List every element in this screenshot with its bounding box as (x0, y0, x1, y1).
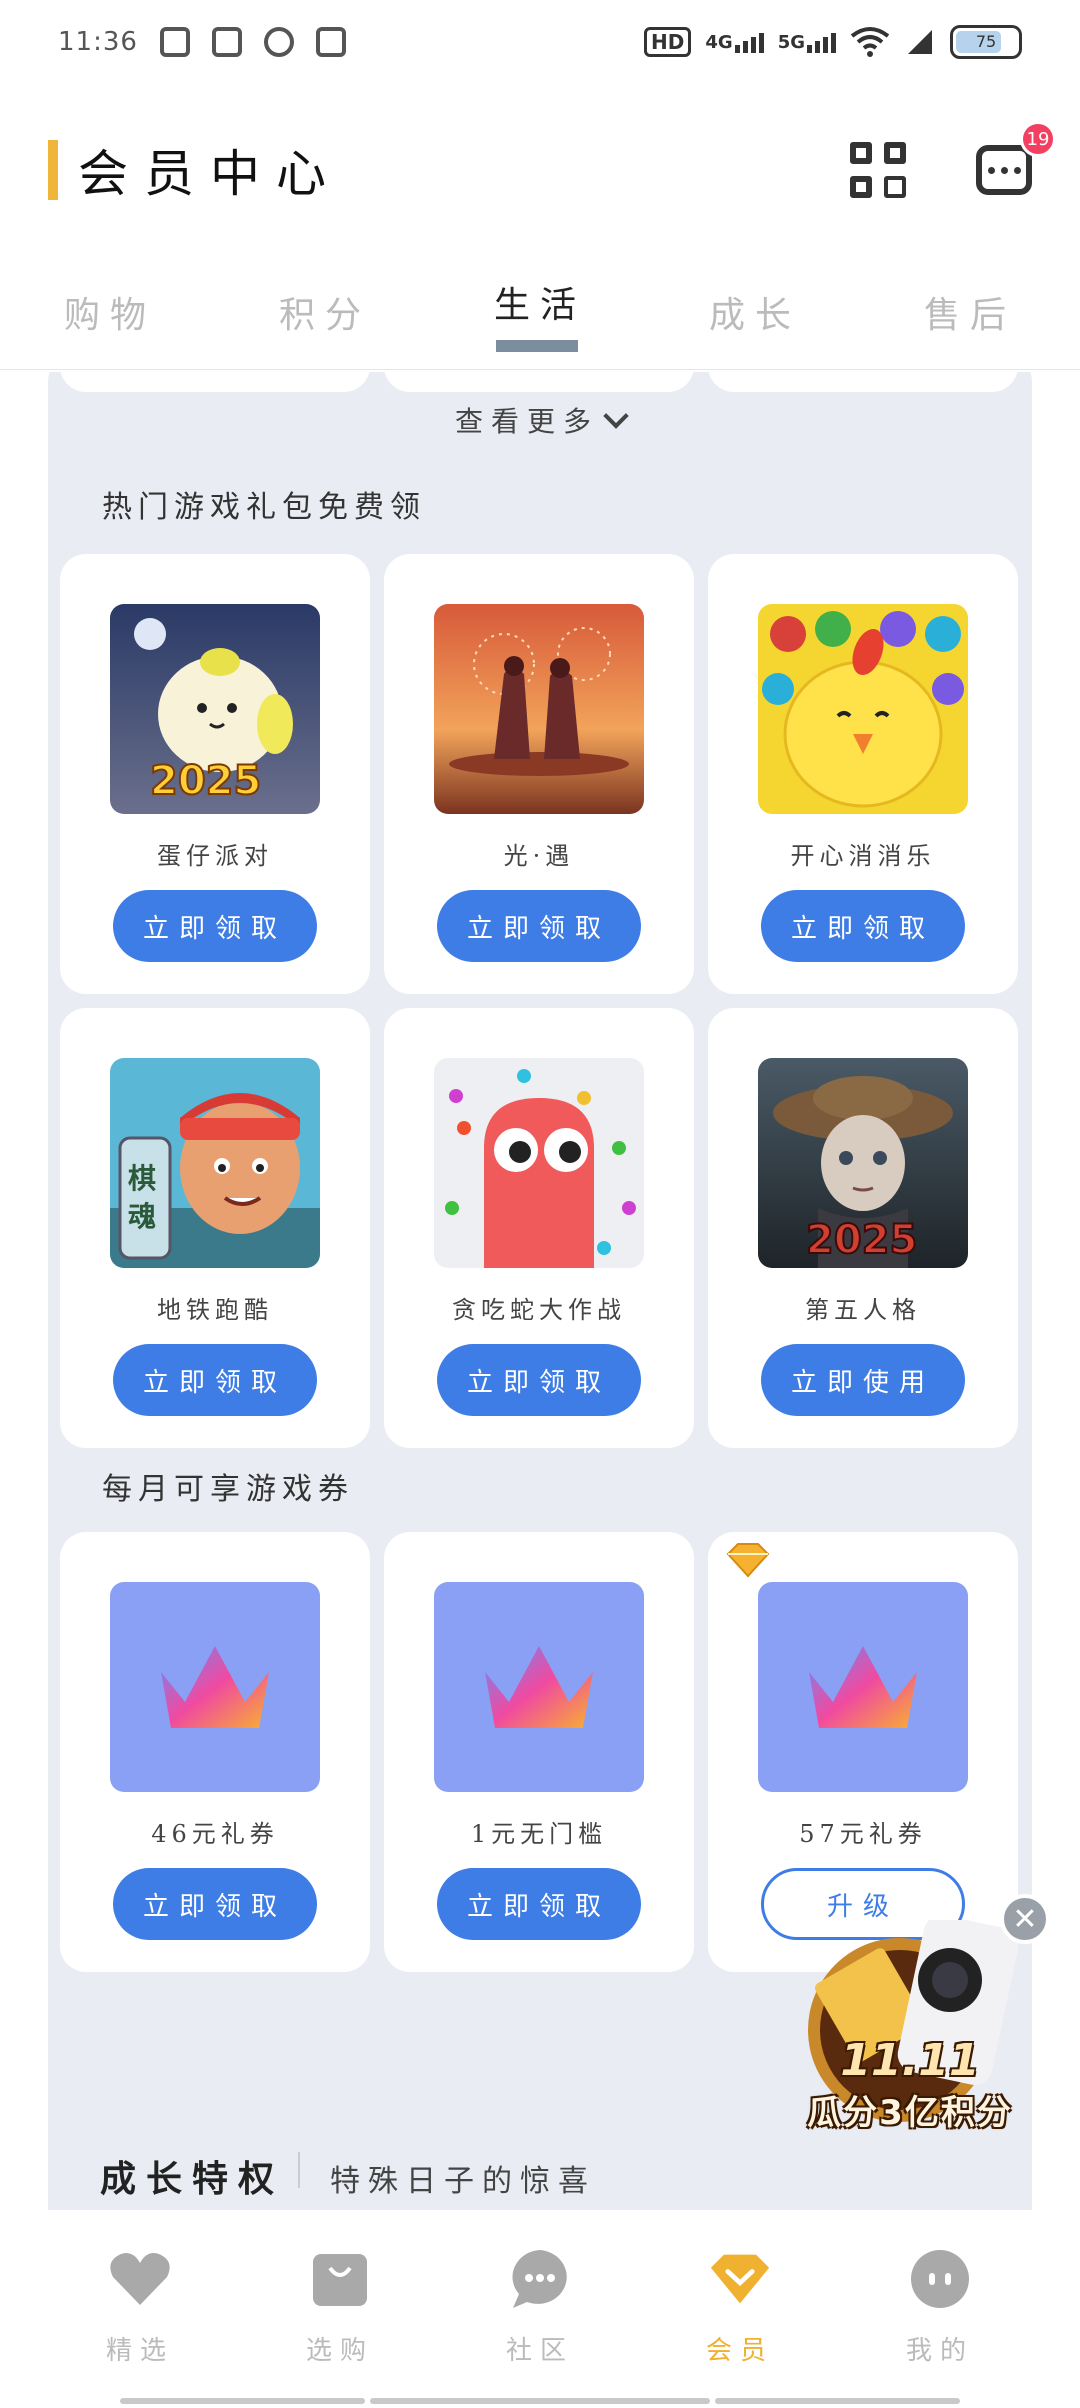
calendar-app-icon (315, 27, 346, 57)
tab-points[interactable]: 积分 (279, 270, 371, 350)
hd-voice-icon: HD (644, 27, 692, 57)
shopping-bag-icon (309, 2248, 371, 2310)
eggy-party-icon: 2025 (110, 604, 320, 814)
page-header: 会员中心 19 (48, 120, 1056, 220)
game-card[interactable]: 贪吃蛇大作战 立即领取 (384, 1008, 694, 1448)
svg-text:魂: 魂 (128, 1200, 156, 1233)
game-card[interactable]: 棋 魂 地铁跑酷 立即领取 (60, 1008, 370, 1448)
no-sim-icon (908, 30, 932, 54)
see-more-button[interactable]: 查看更多 (48, 400, 1032, 440)
nav-shop[interactable]: 选购 (270, 2248, 410, 2408)
claim-button[interactable]: 立即领取 (437, 1868, 641, 1940)
partial-card (384, 372, 694, 392)
status-bar: 11:36 HD 4G 5G 75 (0, 0, 1080, 84)
coupon-name: 1元无门槛 (470, 1820, 608, 1848)
gesture-bar (715, 2398, 960, 2404)
monthly-coupons-title: 每月可享游戏券 (102, 1472, 354, 1507)
monthly-coupons-grid: 46元礼券 立即领取 1元无门槛 立即领取 57元礼券 升级 (60, 1532, 1018, 1972)
bottom-navigation: 精选 选购 社区 会员 我的 (0, 2210, 1080, 2408)
happy-elimination-icon (758, 604, 968, 814)
claim-button[interactable]: 立即领取 (761, 890, 965, 962)
signal-4g-icon: 4G (705, 32, 764, 53)
game-name: 贪吃蛇大作战 (452, 1296, 626, 1324)
claim-button[interactable]: 立即领取 (113, 1868, 317, 1940)
qr-code-icon[interactable] (850, 142, 906, 198)
profile-icon (909, 2248, 971, 2310)
promo-text: 瓜分3亿积分 (807, 2093, 1013, 2133)
tab-growth[interactable]: 成长 (709, 270, 801, 350)
promo-date: 11.11 (840, 2035, 980, 2086)
crown-icon (434, 1582, 644, 1792)
gesture-bar (370, 2398, 710, 2404)
game-card[interactable]: 2025 第五人格 立即使用 (708, 1008, 1018, 1448)
double-eleven-promo[interactable]: 11.11 瓜分3亿积分 (790, 1915, 1030, 2140)
coupon-card[interactable]: 57元礼券 升级 (708, 1532, 1018, 1972)
growth-subtitle: 特殊日子的惊喜 (330, 2164, 596, 2199)
partial-card (708, 372, 1018, 392)
coupon-name: 46元礼券 (151, 1820, 279, 1848)
game-card[interactable]: 光·遇 立即领取 (384, 554, 694, 994)
hot-games-grid: 2025 蛋仔派对 立即领取 光·遇 立即领取 开心消消乐 立即领取 棋 魂 地… (60, 554, 1018, 1448)
diamond-icon (709, 2248, 771, 2310)
page-title: 会员中心 (78, 145, 342, 203)
hot-games-title: 热门游戏礼包免费领 (102, 490, 426, 525)
partial-card (60, 372, 370, 392)
sky-icon (434, 604, 644, 814)
heart-icon (109, 2248, 171, 2310)
crown-icon (110, 1582, 320, 1792)
nav-community[interactable]: 社区 (470, 2248, 610, 2408)
store-app-icon (211, 27, 242, 57)
snake-icon (434, 1058, 644, 1268)
nav-profile[interactable]: 我的 (870, 2248, 1010, 2408)
game-name: 光·遇 (503, 842, 575, 870)
vip-diamond-icon (726, 1543, 770, 1578)
use-button[interactable]: 立即使用 (761, 1344, 965, 1416)
growth-title: 成长特权 (100, 2158, 285, 2200)
tab-after-sales[interactable]: 售后 (924, 270, 1016, 350)
link-app-icon (263, 27, 294, 57)
svg-text:2025: 2025 (150, 758, 261, 804)
gesture-bar (120, 2398, 365, 2404)
game-name: 开心消消乐 (790, 842, 936, 870)
game-name: 第五人格 (805, 1296, 921, 1324)
wifi-icon (850, 27, 890, 57)
category-tabs: 购物 积分 生活 成长 售后 (0, 270, 1080, 370)
chat-bubble-icon (509, 2248, 571, 2310)
claim-button[interactable]: 立即领取 (113, 890, 317, 962)
clock: 11:36 (58, 27, 138, 57)
game-card[interactable]: 2025 蛋仔派对 立即领取 (60, 554, 370, 994)
nav-featured[interactable]: 精选 (70, 2248, 210, 2408)
identity-v-icon: 2025 (758, 1058, 968, 1268)
coupon-card[interactable]: 1元无门槛 立即领取 (384, 1532, 694, 1972)
svg-text:2025: 2025 (806, 1217, 917, 1263)
nav-membership[interactable]: 会员 (670, 2248, 810, 2408)
messages-icon[interactable]: 19 (976, 121, 1056, 195)
tab-shopping[interactable]: 购物 (64, 270, 156, 350)
close-icon[interactable]: ✕ (1000, 1894, 1050, 1944)
coupon-name: 57元礼券 (799, 1820, 927, 1848)
coupon-card[interactable]: 46元礼券 立即领取 (60, 1532, 370, 1972)
claim-button[interactable]: 立即领取 (437, 1344, 641, 1416)
tab-life[interactable]: 生活 (494, 270, 586, 352)
chevron-down-icon (603, 403, 629, 429)
title-accent-bar (48, 140, 58, 200)
claim-button[interactable]: 立即领取 (437, 890, 641, 962)
game-name: 地铁跑酷 (157, 1296, 273, 1324)
tv-app-icon (159, 27, 190, 57)
game-name: 蛋仔派对 (157, 842, 273, 870)
signal-5g-icon: 5G (778, 32, 836, 53)
game-card[interactable]: 开心消消乐 立即领取 (708, 554, 1018, 994)
crown-icon (758, 1582, 968, 1792)
divider (298, 2152, 300, 2188)
battery-icon: 75 (950, 25, 1022, 59)
svg-text:棋: 棋 (128, 1162, 156, 1195)
claim-button[interactable]: 立即领取 (113, 1344, 317, 1416)
message-count-badge: 19 (1020, 121, 1056, 157)
subway-surfers-icon: 棋 魂 (110, 1058, 320, 1268)
